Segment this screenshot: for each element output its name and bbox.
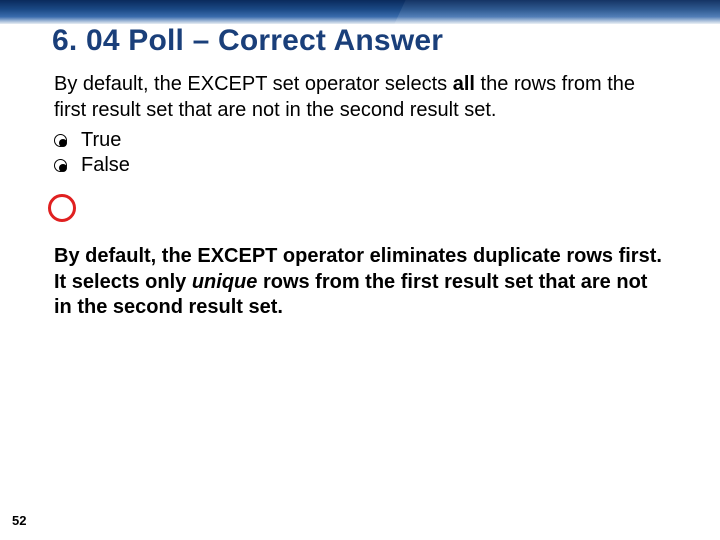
poll-options: True False [54,129,664,177]
slide: 6. 04 Poll – Correct Answer By default, … [0,0,720,540]
correct-answer-marker-icon [48,194,76,222]
option-true: True [54,129,664,152]
explanation-text: By default, the EXCEPT operator eliminat… [54,244,664,321]
bullet-icon [54,134,67,147]
option-label: True [81,129,121,152]
page-number: 52 [12,513,26,528]
option-false: False [54,154,664,177]
bullet-icon [54,159,67,172]
poll-question: By default, the EXCEPT set operator sele… [54,72,664,123]
question-text-pre: By default, the EXCEPT set operator sele… [54,73,453,95]
slide-title: 6. 04 Poll – Correct Answer [52,24,443,58]
explain-italic-word: unique [192,271,258,293]
question-bold-word: all [453,73,475,95]
slide-body: By default, the EXCEPT set operator sele… [54,72,664,177]
option-label: False [81,154,130,177]
top-banner [0,0,720,24]
